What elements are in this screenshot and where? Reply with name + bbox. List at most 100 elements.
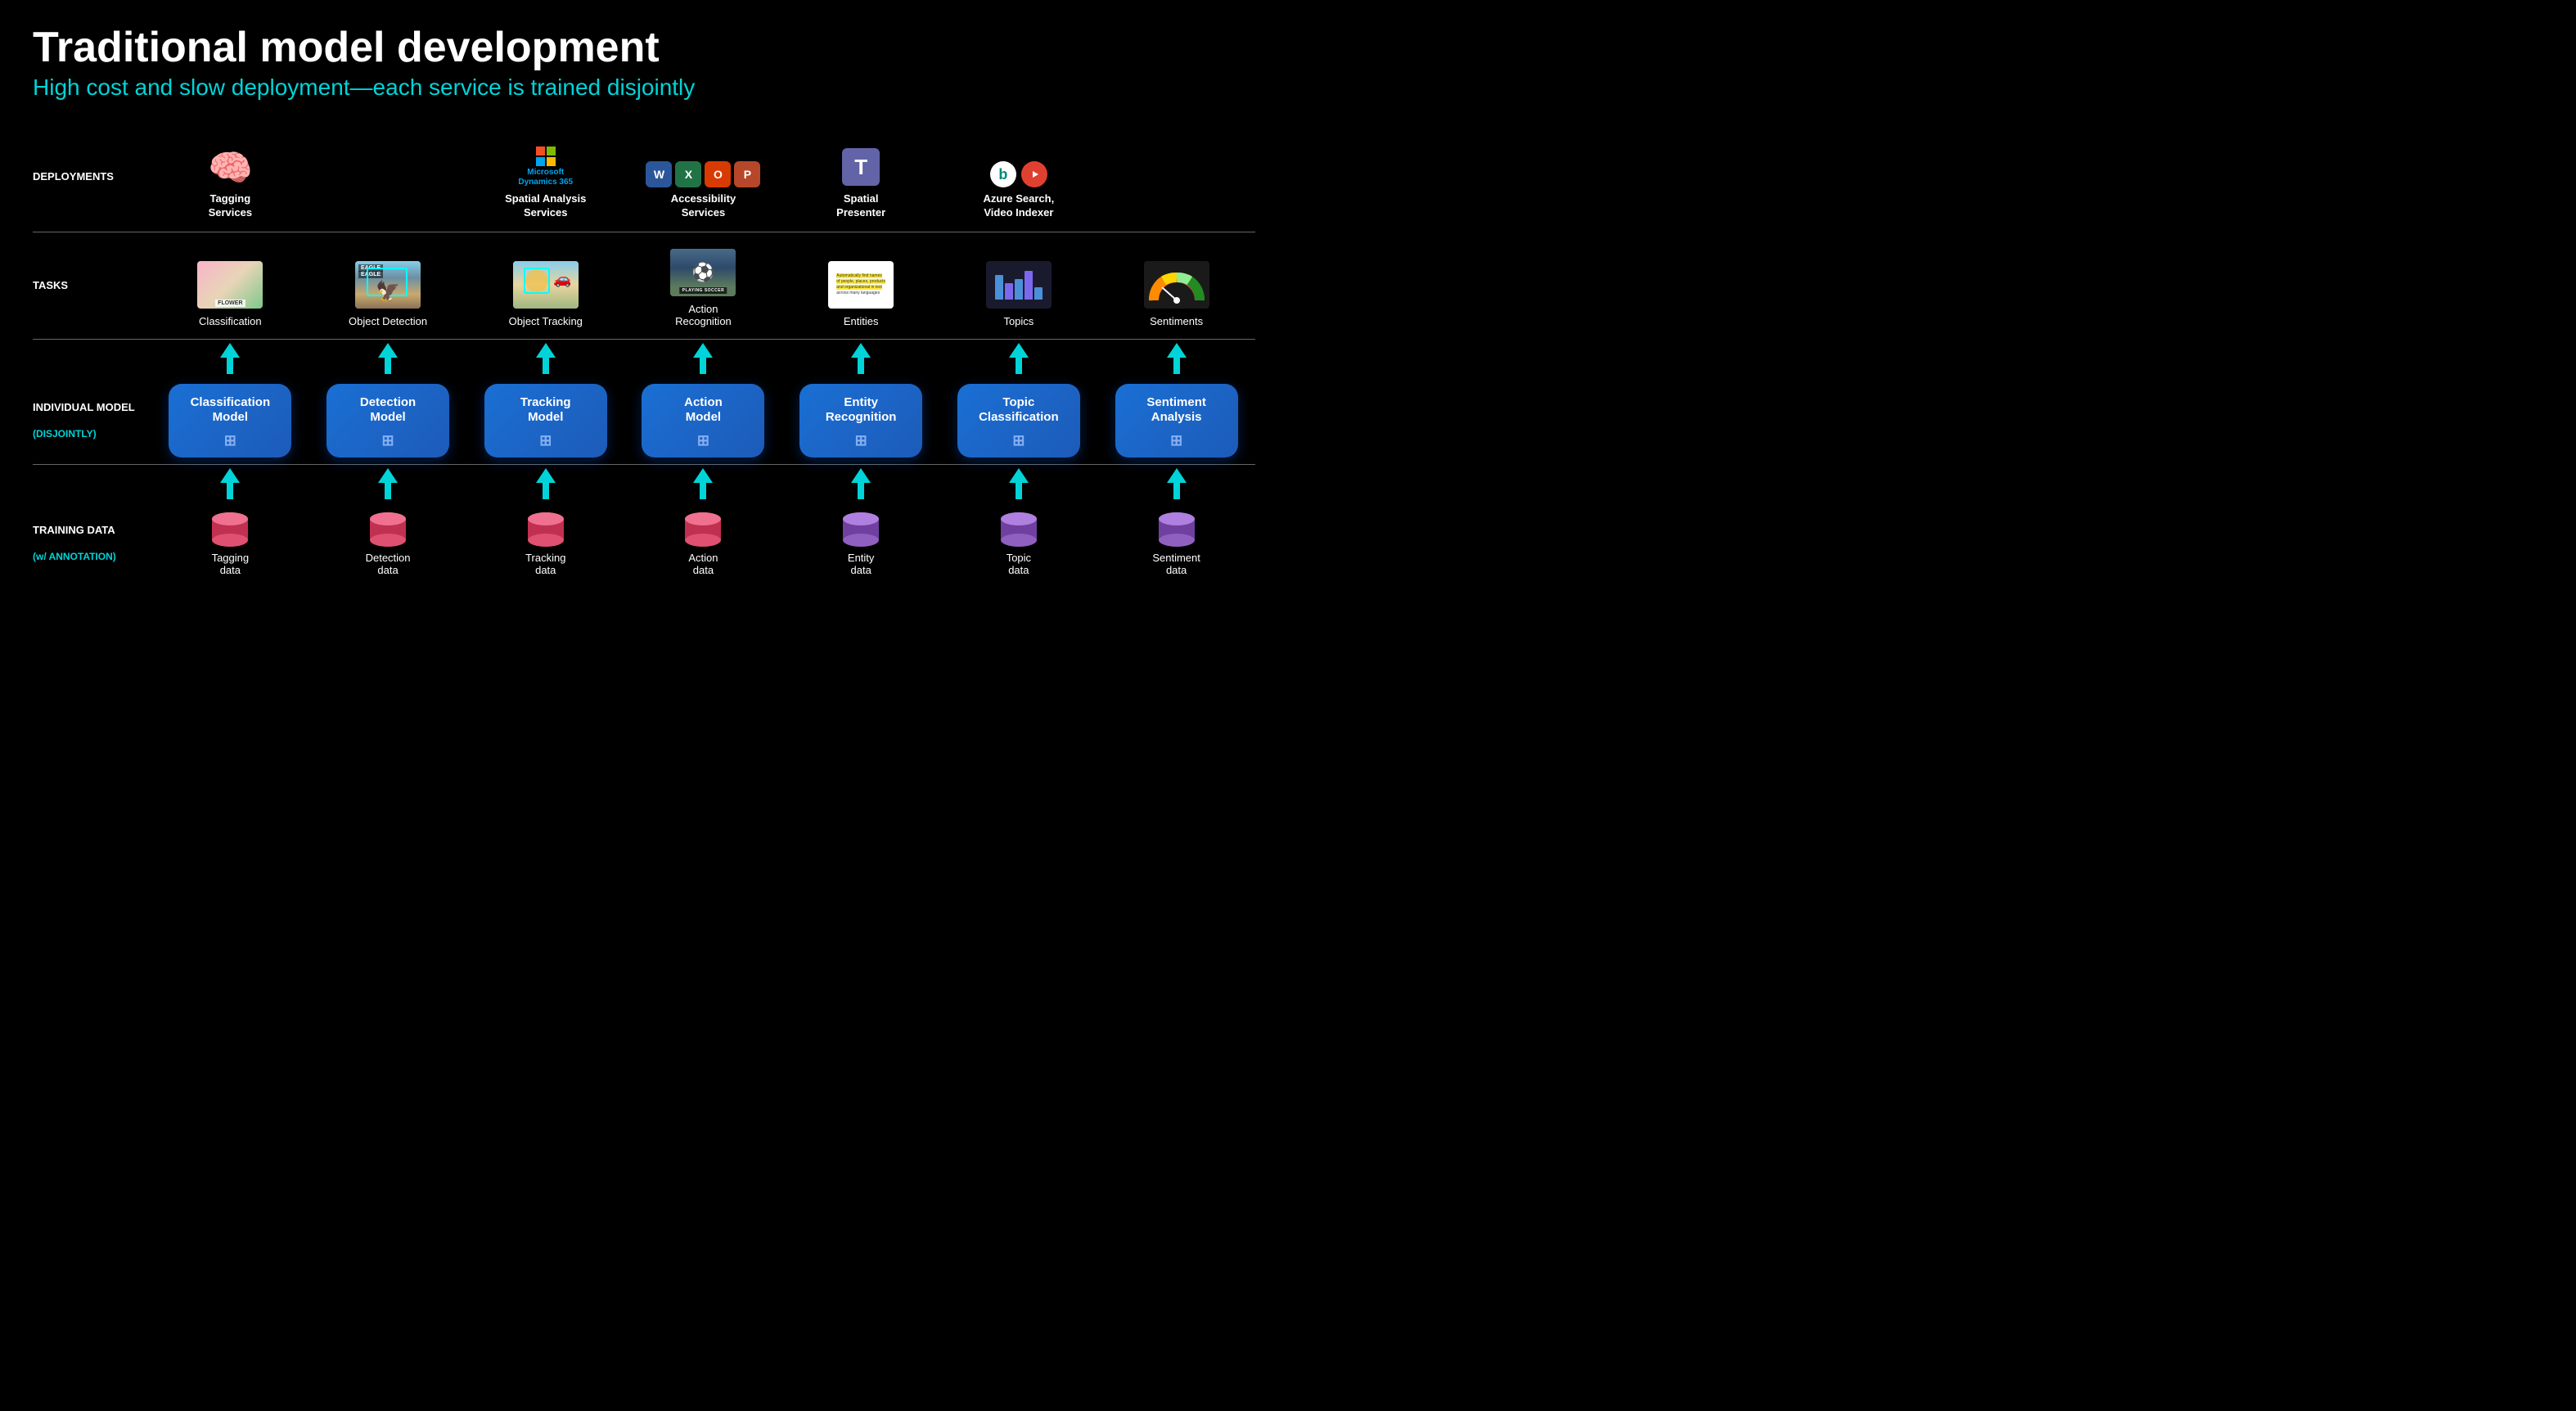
model-classification: Classification Model ⊞: [151, 377, 309, 464]
bing-b-icon: b: [990, 161, 1016, 187]
model-detection: Detection Model ⊞: [309, 377, 467, 464]
action-data-label: Action data: [688, 552, 718, 576]
spatial-analysis-label: Spatial Analysis Services: [505, 192, 586, 220]
data-topic: Topic data: [940, 503, 1098, 584]
sentiment-thumb: [1144, 261, 1209, 309]
tracking-thumb: 🚗: [513, 261, 579, 309]
detection-model-card: Detection Model ⊞: [327, 384, 449, 458]
flower-thumb: FLOWER: [197, 261, 263, 309]
sentiments-label: Sentiments: [1150, 315, 1203, 327]
task-action-recognition: ⚽ PLAYING SOCCER Action Recognition: [624, 232, 782, 339]
video-indexer-icon: [1021, 161, 1047, 187]
spatial-presenter-label: Spatial Presenter: [836, 192, 885, 220]
models-row: INDIVIDUAL MODEL (DISJOINTLY) Classifica…: [33, 377, 1255, 464]
deploy-tagging: 🧠 Tagging Services: [151, 125, 309, 232]
detection-data-label: Detection data: [366, 552, 411, 576]
arrow2-4: [624, 465, 782, 503]
arrow2-6: [940, 465, 1098, 503]
model-topic: Topic Classification ⊞: [940, 377, 1098, 464]
soccer-thumb: ⚽ PLAYING SOCCER: [670, 249, 736, 296]
entity-model-title: Entity Recognition: [826, 395, 897, 425]
model-action: Action Model ⊞: [624, 377, 782, 464]
sentiment-data-label: Sentiment data: [1152, 552, 1200, 576]
arrows-row-2: [33, 465, 1255, 503]
tracking-data-label: Tracking data: [525, 552, 565, 576]
tagging-data-label: Tagging data: [212, 552, 250, 576]
topics-thumb: [986, 261, 1052, 309]
deployments-label: DEPLOYMENTS: [33, 162, 151, 192]
detection-model-title: Detection Model: [360, 395, 416, 425]
accessibility-label: Accessibility Services: [671, 192, 736, 220]
arrow2-5: [782, 465, 940, 503]
entity-data-label: Entity data: [848, 552, 875, 576]
entity-model-card: Entity Recognition ⊞: [799, 384, 922, 458]
task-classification: FLOWER Classification: [151, 232, 309, 339]
classification-model-card: Classification Model ⊞: [169, 384, 291, 458]
arrow-5: [782, 340, 940, 377]
model-sentiment: Sentiment Analysis ⊞: [1097, 377, 1255, 464]
model-icon-4: ⊞: [697, 432, 709, 449]
task-topics: Topics: [940, 232, 1098, 339]
excel-icon: X: [675, 161, 701, 187]
data-tagging: Tagging data: [151, 503, 309, 584]
azure-search-label: Azure Search, Video Indexer: [984, 192, 1055, 220]
model-icon-1: ⊞: [224, 432, 236, 449]
entities-label: Entities: [844, 315, 879, 327]
task-object-tracking: 🚗 Object Tracking: [466, 232, 624, 339]
training-data-label: TRAINING DATA (w/ ANNOTATION): [33, 516, 151, 572]
flower-label: FLOWER: [215, 300, 245, 307]
text-thumb: Automatically find names of people, plac…: [828, 261, 894, 309]
deploy-spatial-presenter: T Spatial Presenter: [782, 125, 940, 232]
deploy-empty2: [1097, 125, 1255, 232]
task-entities: Automatically find names of people, plac…: [782, 232, 940, 339]
object-detection-label: Object Detection: [349, 315, 427, 327]
topic-model-title: Topic Classification: [979, 395, 1059, 425]
arrow-6: [940, 340, 1098, 377]
topic-model-card: Topic Classification ⊞: [957, 384, 1080, 458]
model-icon-6: ⊞: [1012, 432, 1025, 449]
model-icon-5: ⊞: [855, 432, 867, 449]
arrow2-3: [466, 465, 624, 503]
classification-model-title: Classification Model: [191, 395, 271, 425]
db-action-icon: [682, 511, 724, 548]
model-icon-2: ⊞: [382, 432, 394, 449]
model-icon-3: ⊞: [539, 432, 552, 449]
deploy-empty1: [309, 125, 467, 232]
word-icon: W: [646, 161, 672, 187]
model-entity: Entity Recognition ⊞: [782, 377, 940, 464]
page-container: Traditional model development High cost …: [0, 0, 1288, 601]
brain-icon: 🧠: [208, 147, 253, 189]
arrows-row-1: [33, 340, 1255, 377]
arrow-7: [1097, 340, 1255, 377]
eagle-thumb: EAGLE EAGLE 🦅: [355, 261, 421, 309]
tracking-model-card: Tracking Model ⊞: [484, 384, 607, 458]
tasks-row: TASKS FLOWER Classification: [33, 232, 1255, 339]
tasks-label: TASKS: [33, 271, 151, 301]
db-detection-icon: [367, 511, 409, 548]
training-data-row: TRAINING DATA (w/ ANNOTATION) Tagging da…: [33, 503, 1255, 584]
action-model-card: Action Model ⊞: [642, 384, 764, 458]
db-entity-icon: [840, 511, 882, 548]
action-recognition-label: Action Recognition: [675, 303, 732, 327]
db-tracking-icon: [525, 511, 567, 548]
onenote-icon: O: [705, 161, 731, 187]
sentiment-model-card: Sentiment Analysis ⊞: [1115, 384, 1238, 458]
model-tracking: Tracking Model ⊞: [466, 377, 624, 464]
diagram-table: DEPLOYMENTS 🧠 Tagging Services: [33, 125, 1255, 584]
office-icons: W X O P: [646, 161, 760, 187]
data-detection: Detection data: [309, 503, 467, 584]
data-sentiment: Sentiment data: [1097, 503, 1255, 584]
arrow-4: [624, 340, 782, 377]
task-sentiments: Sentiments: [1097, 232, 1255, 339]
arrow2-1: [151, 465, 309, 503]
db-topic-icon: [998, 511, 1040, 548]
topics-label: Topics: [1003, 315, 1034, 327]
data-action: Action data: [624, 503, 782, 584]
bing-vidindex-icons: b: [990, 161, 1047, 187]
classification-label: Classification: [199, 315, 262, 327]
data-entity: Entity data: [782, 503, 940, 584]
topic-data-label: Topic data: [1007, 552, 1031, 576]
deployments-row: DEPLOYMENTS 🧠 Tagging Services: [33, 125, 1255, 232]
data-tracking: Tracking data: [466, 503, 624, 584]
db-sentiment-icon: [1155, 511, 1198, 548]
